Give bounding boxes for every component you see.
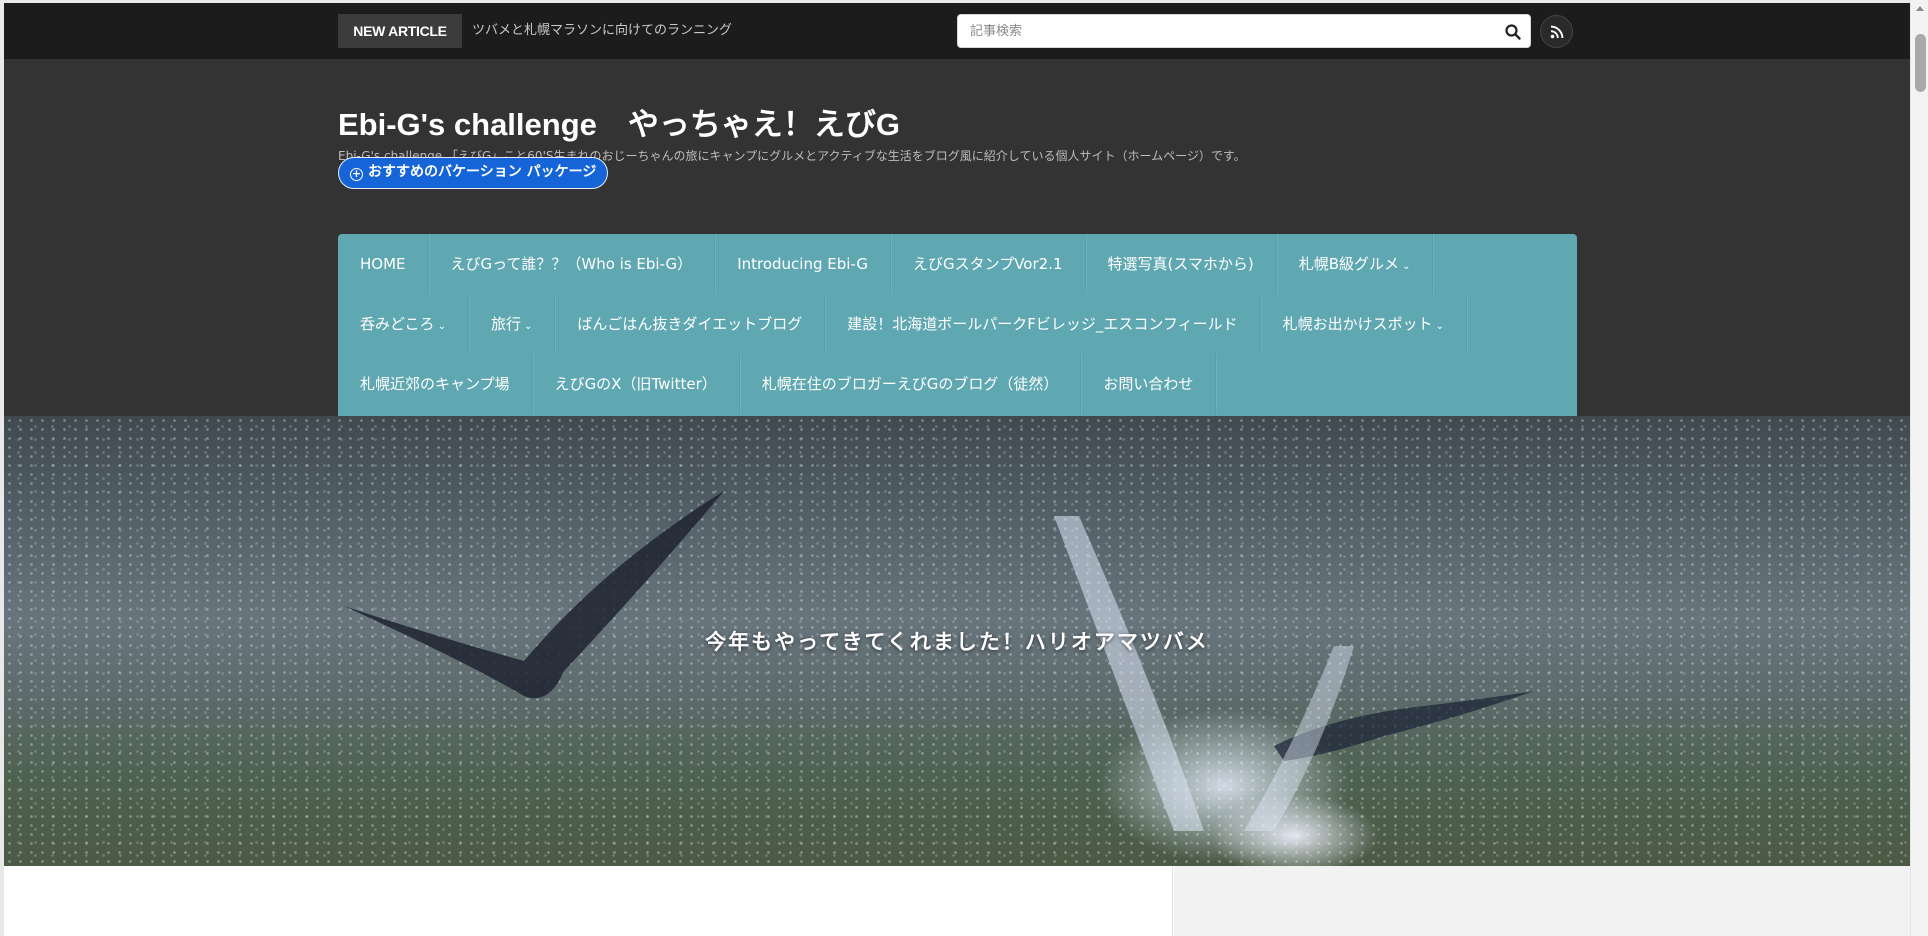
vacation-package-label: おすすめのバケーション パッケージ — [368, 164, 597, 180]
nav-item-label: 建設！北海道ボールパークFビレッジ_エスコンフィールド — [847, 315, 1238, 333]
nav-item-label: えびGのX（旧Twitter） — [554, 375, 717, 393]
scroll-up-icon[interactable] — [1916, 6, 1924, 11]
nav-item-drinking[interactable]: 呑みどころ ⌄ — [338, 294, 469, 354]
nav-item-label: ばんごはん抜きダイエットブログ — [577, 315, 803, 333]
nav-item-label: 呑みどころ — [360, 315, 435, 333]
nav-item-blog[interactable]: 札幌在住のブロガーえびGのブログ（徒然） — [740, 354, 1082, 414]
sidebar — [1174, 866, 1910, 936]
browser-viewport: NEW ARTICLE ツバメと札幌マラソンに向けてのランニング Ebi-G's… — [4, 3, 1910, 936]
vacation-package-button[interactable]: + おすすめのバケーション パッケージ — [338, 157, 609, 189]
nav-item-introducing-ebi-g[interactable]: Introducing Ebi-G — [715, 234, 892, 294]
nav-item-contact[interactable]: お問い合わせ — [1081, 354, 1217, 414]
nav-item-stamp[interactable]: えびGスタンプVor2.1 — [891, 234, 1086, 294]
site-title[interactable]: Ebi-G's challenge やっちゃえ！えびG — [338, 99, 900, 144]
nav-item-diet-blog[interactable]: ばんごはん抜きダイエットブログ — [555, 294, 826, 354]
site-header: Ebi-G's challenge やっちゃえ！えびG Ebi-G's chal… — [4, 59, 1910, 419]
nav-item-label: お問い合わせ — [1103, 375, 1194, 393]
plus-circle-icon: + — [350, 167, 363, 181]
nav-item-campsites[interactable]: 札幌近郊のキャンプ場 — [338, 354, 533, 414]
main-content-area — [4, 866, 1173, 936]
search-input[interactable] — [958, 15, 1488, 47]
chevron-down-icon: ⌄ — [523, 321, 533, 332]
top-bar: NEW ARTICLE ツバメと札幌マラソンに向けてのランニング — [4, 3, 1910, 59]
main-nav: HOME えびGって誰？？（Who is Ebi-G） Introducing … — [338, 234, 1577, 419]
rss-button[interactable] — [1540, 15, 1573, 48]
search-icon[interactable] — [1504, 23, 1522, 41]
nav-item-special-photos[interactable]: 特選写真(スマホから) — [1086, 234, 1277, 294]
nav-row-3: 札幌近郊のキャンプ場 えびGのX（旧Twitter） 札幌在住のブロガーえびGの… — [338, 354, 1217, 414]
hero-image[interactable]: 今年もやってきてくれました！ハリオアマツバメ — [4, 416, 1910, 866]
nav-row-2: 呑みどころ ⌄ 旅行 ⌄ ばんごはん抜きダイエットブログ 建設！北海道ボールパークF… — [338, 294, 1468, 354]
nav-item-label: Introducing Ebi-G — [737, 255, 869, 273]
chevron-down-icon: ⌄ — [1435, 321, 1445, 332]
nav-item-label: 特選写真(スマホから) — [1107, 255, 1254, 273]
chevron-down-icon: ⌄ — [437, 321, 446, 332]
nav-item-sapporo-gourmet[interactable]: 札幌B級グルメ ⌄ — [1277, 234, 1434, 294]
nav-item-label: 札幌近郊のキャンプ場 — [360, 375, 510, 393]
nav-item-label: 札幌在住のブロガーえびGのブログ（徒然） — [761, 375, 1059, 393]
nav-item-who-is-ebi-g[interactable]: えびGって誰？？（Who is Ebi-G） — [429, 234, 716, 294]
nav-item-label: えびGって誰？？（Who is Ebi-G） — [450, 255, 693, 273]
page-scrollbar[interactable] — [1910, 0, 1928, 936]
search-form — [957, 14, 1531, 48]
nav-item-travel[interactable]: 旅行 ⌄ — [469, 294, 556, 354]
latest-article-link[interactable]: ツバメと札幌マラソンに向けてのランニング — [472, 14, 732, 48]
chevron-down-icon: ⌄ — [1402, 261, 1411, 272]
nav-item-label: HOME — [360, 255, 406, 273]
nav-item-home[interactable]: HOME — [338, 234, 429, 294]
nav-row-1: HOME えびGって誰？？（Who is Ebi-G） Introducing … — [338, 234, 1434, 294]
nav-item-outing-spots[interactable]: 札幌お出かけスポット ⌄ — [1261, 294, 1468, 354]
nav-item-ballpark[interactable]: 建設！北海道ボールパークFビレッジ_エスコンフィールド — [825, 294, 1261, 354]
rss-icon — [1550, 25, 1564, 39]
nav-item-label: 札幌お出かけスポット — [1282, 315, 1433, 333]
nav-item-label: 旅行 — [490, 315, 521, 333]
nav-item-label: えびGスタンプVor2.1 — [913, 255, 1063, 273]
new-article-badge: NEW ARTICLE — [338, 14, 462, 48]
nav-item-x-twitter[interactable]: えびGのX（旧Twitter） — [533, 354, 740, 414]
hero-title[interactable]: 今年もやってきてくれました！ハリオアマツバメ — [4, 626, 1910, 656]
scrollbar-thumb[interactable] — [1915, 34, 1926, 92]
nav-item-label: 札幌B級グルメ — [1298, 255, 1400, 273]
